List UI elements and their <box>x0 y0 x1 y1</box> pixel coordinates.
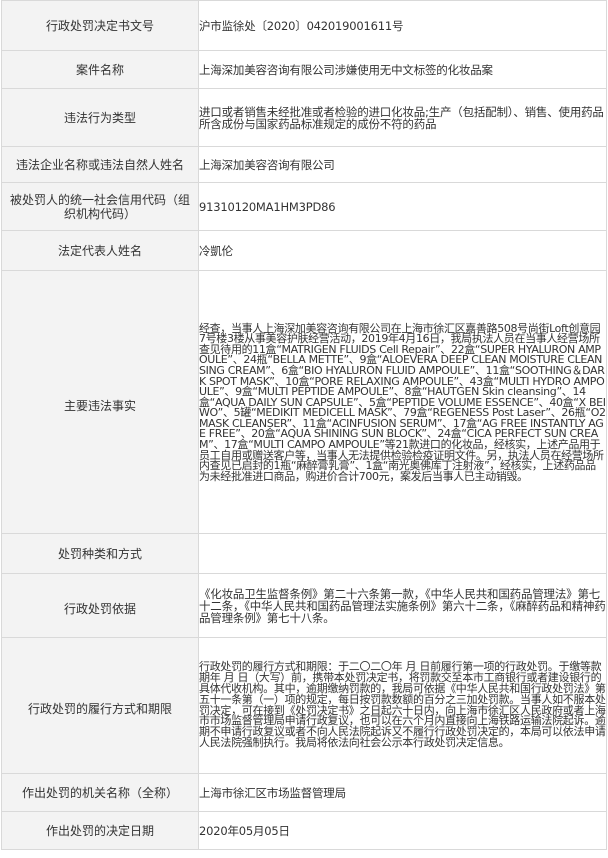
value-credit-code: 91310120MA1HM3PD86 <box>198 182 607 231</box>
value-performance-method: 行政处罚的履行方式和期限：于二〇二〇年 月 日前履行第一项的行政处罚。于缴等款期… <box>198 637 607 774</box>
table-row: 作出处罚的机关名称（全称） 上海市徐汇区市场监督管理局 <box>1 773 607 812</box>
table-row: 行政处罚依据 《化妆品卫生监督条例》第二十六条第一款，《中华人民共和国药品管理法… <box>1 573 607 638</box>
label-violation-type: 违法行为类型 <box>1 88 199 147</box>
value-decision-number: 沪市监徐处〔2020〕042019001611号 <box>198 0 607 51</box>
value-legal-representative: 冷凱伦 <box>198 230 607 271</box>
table-row: 案件名称 上海深加美容咨询有限公司涉嫌使用无中文标签的化妆品案 <box>1 50 607 89</box>
value-penalty-type <box>198 533 607 574</box>
label-decision-number: 行政处罚决定书文号 <box>1 0 199 51</box>
value-decision-date: 2020年05月05日 <box>198 811 607 850</box>
label-legal-representative: 法定代表人姓名 <box>1 230 199 271</box>
value-penalty-basis: 《化妆品卫生监督条例》第二十六条第一款，《中华人民共和国药品管理法》第七十二条，… <box>198 573 607 638</box>
table-row: 行政处罚的履行方式和期限 行政处罚的履行方式和期限：于二〇二〇年 月 日前履行第… <box>1 637 607 774</box>
penalty-info-table: 行政处罚决定书文号 沪市监徐处〔2020〕042019001611号 案件名称 … <box>1 0 607 850</box>
table-row: 处罚种类和方式 <box>1 533 607 574</box>
label-authority-name: 作出处罚的机关名称（全称） <box>1 773 199 812</box>
label-main-facts: 主要违法事实 <box>1 270 199 534</box>
label-performance-method: 行政处罚的履行方式和期限 <box>1 637 199 774</box>
table-row: 作出处罚的决定日期 2020年05月05日 <box>1 811 607 850</box>
value-main-facts: 经查，当事人上海深加美容咨询有限公司在上海市徐汇区嘉善路508号尚街Loft创意… <box>198 270 607 534</box>
label-violator-name: 违法企业名称或违法自然人姓名 <box>1 146 199 183</box>
label-decision-date: 作出处罚的决定日期 <box>1 811 199 850</box>
table-row: 被处罚人的统一社会信用代码（组织机构代码） 91310120MA1HM3PD86 <box>1 182 607 231</box>
label-credit-code: 被处罚人的统一社会信用代码（组织机构代码） <box>1 182 199 231</box>
table-row: 行政处罚决定书文号 沪市监徐处〔2020〕042019001611号 <box>1 0 607 51</box>
table-row: 违法行为类型 进口或者销售未经批准或者检验的进口化妆品;生产（包括配制）、销售、… <box>1 88 607 147</box>
table-row: 主要违法事实 经查，当事人上海深加美容咨询有限公司在上海市徐汇区嘉善路508号尚… <box>1 270 607 534</box>
value-case-name: 上海深加美容咨询有限公司涉嫌使用无中文标签的化妆品案 <box>198 50 607 89</box>
table-row: 法定代表人姓名 冷凱伦 <box>1 230 607 271</box>
label-penalty-basis: 行政处罚依据 <box>1 573 199 638</box>
table-row: 违法企业名称或违法自然人姓名 上海深加美容咨询有限公司 <box>1 146 607 183</box>
value-authority-name: 上海市徐汇区市场监督管理局 <box>198 773 607 812</box>
label-case-name: 案件名称 <box>1 50 199 89</box>
value-violation-type: 进口或者销售未经批准或者检验的进口化妆品;生产（包括配制）、销售、使用药品所含成… <box>198 88 607 147</box>
value-violator-name: 上海深加美容咨询有限公司 <box>198 146 607 183</box>
label-penalty-type: 处罚种类和方式 <box>1 533 199 574</box>
